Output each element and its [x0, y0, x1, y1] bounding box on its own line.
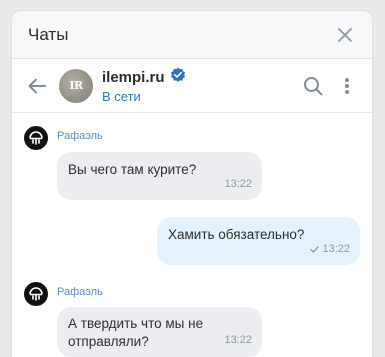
message-time: 13:22 — [224, 178, 252, 190]
chat-status: В сети — [102, 89, 141, 104]
message-bubble[interactable]: А твердить что мы не отправляли? 13:22 — [57, 307, 262, 357]
close-icon[interactable] — [334, 24, 356, 46]
more-vertical-icon[interactable] — [334, 73, 360, 99]
chat-panel: Чаты IR ilempi.ru В сети Рафаэль Вы чего… — [11, 10, 373, 357]
check-icon — [310, 245, 320, 253]
chat-name: ilempi.ru — [102, 69, 165, 86]
message-text: Вы чего там курите? — [68, 162, 197, 177]
sender-avatar[interactable] — [24, 126, 48, 150]
chat-name-row: ilempi.ru — [102, 67, 292, 88]
search-icon[interactable] — [300, 73, 326, 99]
chat-avatar[interactable]: IR — [59, 68, 93, 103]
message-text-line: отправляли? — [68, 334, 149, 349]
panel-header: Чаты — [12, 11, 372, 59]
verified-badge-icon — [170, 67, 186, 88]
sender-name[interactable]: Рафаэль — [57, 130, 103, 142]
message-bubble[interactable]: Вы чего там курите? 13:22 — [57, 152, 262, 200]
message-text: Хамить обязательно? — [168, 227, 305, 242]
chat-info[interactable]: ilempi.ru В сети — [102, 67, 292, 104]
sender-name[interactable]: Рафаэль — [57, 286, 103, 298]
message-list[interactable]: Рафаэль Вы чего там курите? 13:22 Хамить… — [12, 113, 372, 357]
message-time: 13:22 — [224, 334, 252, 346]
avatar-initials: IR — [69, 79, 83, 92]
arrow-left-icon[interactable] — [24, 73, 50, 99]
panel-title: Чаты — [28, 24, 69, 44]
message-text-line: А твердить что мы не — [68, 316, 204, 331]
message-outgoing[interactable]: Хамить обязательно? 13:22 — [157, 217, 360, 265]
chat-header: IR ilempi.ru В сети — [12, 59, 372, 113]
sender-avatar[interactable] — [24, 282, 48, 306]
message-time: 13:22 — [310, 240, 350, 258]
